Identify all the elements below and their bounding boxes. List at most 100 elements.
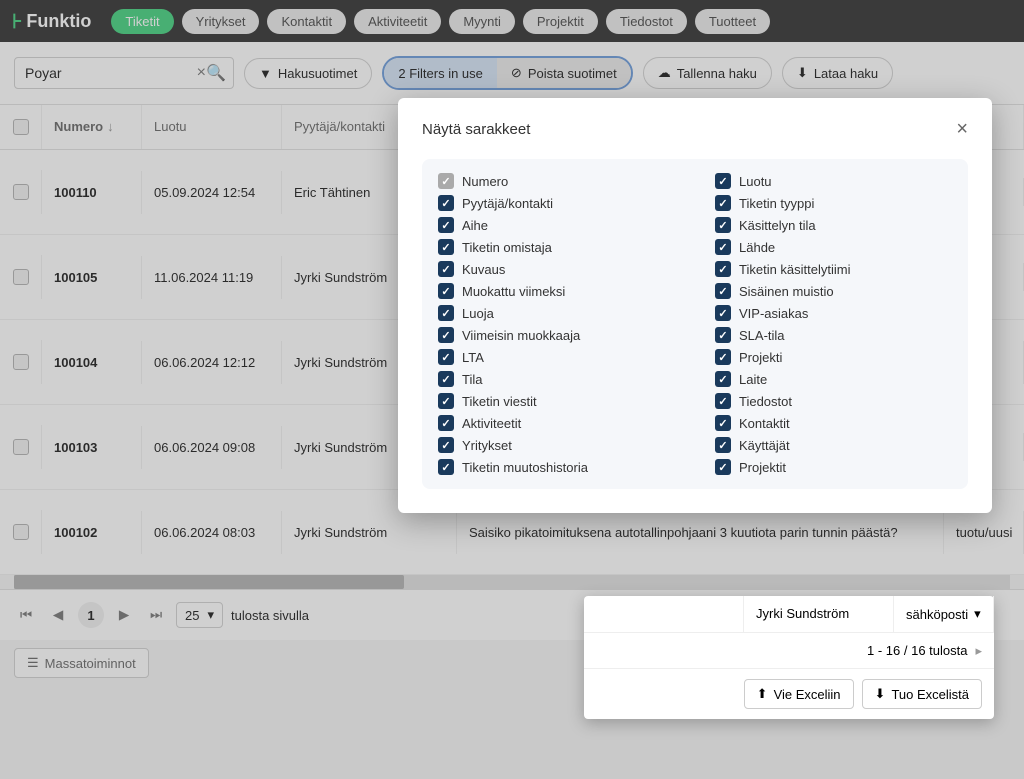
column-toggle[interactable]: ✓ Numero: [438, 173, 675, 189]
column-toggle[interactable]: ✓ Pyytäjä/kontakti: [438, 195, 675, 211]
column-toggle[interactable]: ✓ Laite: [715, 371, 952, 387]
checkbox-icon: ✓: [438, 393, 454, 409]
chevron-right-icon[interactable]: ▸: [975, 643, 982, 659]
column-label: Aihe: [462, 218, 488, 233]
column-toggle[interactable]: ✓ Käyttäjät: [715, 437, 952, 453]
column-toggle[interactable]: ✓ Viimeisin muokkaaja: [438, 327, 675, 343]
column-label: Sisäinen muistio: [739, 284, 834, 299]
columns-left: ✓ Numero ✓ Pyytäjä/kontakti ✓ Aihe ✓ Tiketin om…: [438, 173, 675, 475]
column-label: Muokattu viimeksi: [462, 284, 565, 299]
column-toggle[interactable]: ✓ Projektit: [715, 459, 952, 475]
checkbox-icon: ✓: [438, 371, 454, 387]
column-label: Tila: [462, 372, 482, 387]
checkbox-icon: ✓: [438, 283, 454, 299]
column-label: Numero: [462, 174, 508, 189]
column-label: LTA: [462, 350, 484, 365]
upload-icon: ⬆: [757, 686, 768, 702]
checkbox-icon: ✓: [438, 437, 454, 453]
bp-name: Jyrki Sundström: [744, 596, 894, 632]
column-label: Laite: [739, 372, 767, 387]
column-toggle[interactable]: ✓ Luoja: [438, 305, 675, 321]
column-toggle[interactable]: ✓ Tiketin tyyppi: [715, 195, 952, 211]
checkbox-icon: ✓: [438, 305, 454, 321]
column-toggle[interactable]: ✓ Kuvaus: [438, 261, 675, 277]
column-toggle[interactable]: ✓ Käsittelyn tila: [715, 217, 952, 233]
column-label: Tiketin omistaja: [462, 240, 552, 255]
column-label: Tiketin muutoshistoria: [462, 460, 588, 475]
column-label: Käsittelyn tila: [739, 218, 816, 233]
checkbox-icon: ✓: [438, 459, 454, 475]
column-toggle[interactable]: ✓ Tiketin käsittelytiimi: [715, 261, 952, 277]
column-label: Aktiviteetit: [462, 416, 521, 431]
chevron-down-icon: ▾: [974, 606, 981, 622]
checkbox-icon: ✓: [438, 261, 454, 277]
bottom-panel: Jyrki Sundström sähköposti▾ ▸1 - 16 / 16…: [584, 596, 994, 719]
column-toggle[interactable]: ✓ Projekti: [715, 349, 952, 365]
checkbox-icon: ✓: [715, 349, 731, 365]
column-toggle[interactable]: ✓Kontaktit: [715, 415, 952, 431]
modal-close-button[interactable]: ×: [956, 118, 968, 141]
column-label: SLA-tila: [739, 328, 785, 343]
column-label: Kontaktit: [739, 416, 790, 431]
checkbox-icon: ✓: [715, 217, 731, 233]
column-label: Lähde: [739, 240, 775, 255]
checkbox-icon: ✓: [438, 173, 454, 189]
column-toggle[interactable]: ✓ Tiketin omistaja: [438, 239, 675, 255]
checkbox-icon: ✓: [715, 239, 731, 255]
column-label: Projektit: [739, 460, 786, 475]
bp-count: ▸1 - 16 / 16 tulosta: [584, 633, 994, 669]
column-toggle[interactable]: ✓ Tiketin viestit: [438, 393, 675, 409]
column-label: Käyttäjät: [739, 438, 790, 453]
column-toggle[interactable]: ✓ Luotu: [715, 173, 952, 189]
column-label: Yritykset: [462, 438, 512, 453]
checkbox-icon: ✓: [438, 349, 454, 365]
checkbox-icon: ✓: [438, 195, 454, 211]
columns-box: ✓ Numero ✓ Pyytäjä/kontakti ✓ Aihe ✓ Tiketin om…: [422, 159, 968, 489]
column-label: Tiketin tyyppi: [739, 196, 814, 211]
column-toggle[interactable]: ✓ Tiedostot: [715, 393, 952, 409]
column-label: Viimeisin muokkaaja: [462, 328, 580, 343]
column-label: Tiketin käsittelytiimi: [739, 262, 850, 277]
checkbox-icon: ✓: [715, 261, 731, 277]
column-toggle[interactable]: ✓ Yritykset: [438, 437, 675, 453]
column-toggle[interactable]: ✓ LTA: [438, 349, 675, 365]
column-label: Kuvaus: [462, 262, 505, 277]
column-toggle[interactable]: ✓ Aihe: [438, 217, 675, 233]
import-excel-button[interactable]: ⬇Tuo Excelistä: [862, 679, 982, 709]
column-toggle[interactable]: ✓ Sisäinen muistio: [715, 283, 952, 299]
checkbox-icon: ✓: [438, 239, 454, 255]
bp-channel[interactable]: sähköposti▾: [894, 596, 994, 632]
column-label: Luotu: [739, 174, 772, 189]
checkbox-icon: ✓: [438, 217, 454, 233]
checkbox-icon: ✓: [438, 415, 454, 431]
column-toggle[interactable]: ✓ Lähde: [715, 239, 952, 255]
checkbox-icon: ✓: [715, 283, 731, 299]
checkbox-icon: ✓: [438, 327, 454, 343]
checkbox-icon: ✓: [715, 305, 731, 321]
checkbox-icon: ✓: [715, 173, 731, 189]
bp-empty: [584, 596, 744, 632]
column-label: Luoja: [462, 306, 494, 321]
modal-title: Näytä sarakkeet: [422, 121, 530, 138]
column-toggle[interactable]: ✓ Tiketin muutoshistoria: [438, 459, 675, 475]
columns-modal: Näytä sarakkeet × ✓ Numero ✓ Pyytäjä/kontak…: [398, 98, 992, 513]
download-icon: ⬇: [875, 686, 886, 702]
column-toggle[interactable]: ✓ Tila: [438, 371, 675, 387]
column-label: Pyytäjä/kontakti: [462, 196, 553, 211]
column-toggle[interactable]: ✓ SLA-tila: [715, 327, 952, 343]
columns-right: ✓ Luotu ✓ Tiketin tyyppi ✓ Käsittelyn tila ✓ Lä…: [715, 173, 952, 475]
checkbox-icon: ✓: [715, 371, 731, 387]
column-toggle[interactable]: ✓ VIP-asiakas: [715, 305, 952, 321]
checkbox-icon: ✓: [715, 393, 731, 409]
column-toggle[interactable]: ✓ Aktiviteetit: [438, 415, 675, 431]
column-label: Tiketin viestit: [462, 394, 537, 409]
export-excel-button[interactable]: ⬆Vie Exceliin: [744, 679, 854, 709]
checkbox-icon: ✓: [715, 437, 731, 453]
column-label: Projekti: [739, 350, 782, 365]
checkbox-icon: ✓: [715, 195, 731, 211]
checkbox-icon: ✓: [715, 327, 731, 343]
column-label: Tiedostot: [739, 394, 792, 409]
column-label: VIP-asiakas: [739, 306, 808, 321]
checkbox-icon: ✓: [715, 459, 731, 475]
column-toggle[interactable]: ✓ Muokattu viimeksi: [438, 283, 675, 299]
